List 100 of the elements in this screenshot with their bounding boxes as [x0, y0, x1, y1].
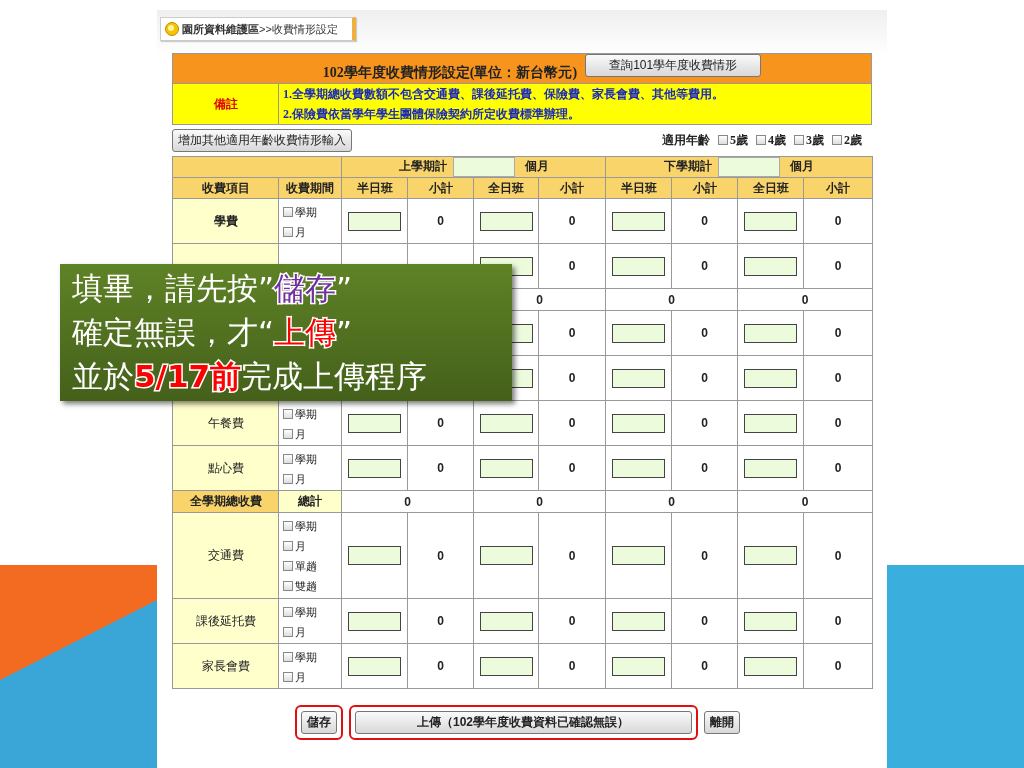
checkbox-label: 月	[295, 624, 306, 640]
amount-input[interactable]	[612, 413, 665, 433]
checkbox[interactable]	[283, 474, 293, 484]
row-label: 學費	[172, 198, 279, 244]
amount-input[interactable]	[744, 256, 797, 276]
amount-input[interactable]	[348, 656, 401, 676]
checkbox[interactable]	[283, 541, 293, 551]
table-cell: 0	[803, 198, 873, 244]
checkbox[interactable]	[283, 429, 293, 439]
query-button[interactable]: 查詢101學年度收費情形	[585, 54, 762, 77]
amount-input[interactable]	[479, 611, 533, 631]
amount-input[interactable]	[744, 458, 797, 478]
amount-input[interactable]	[348, 611, 401, 631]
checkbox-label: 月	[295, 426, 306, 442]
checkbox-label: 學期	[295, 604, 317, 620]
checkbox-label: 雙趟	[295, 578, 317, 594]
callout-text: 並於5/17前完成上傳程序	[72, 357, 428, 395]
amount-input[interactable]	[348, 546, 401, 565]
checkbox[interactable]	[283, 521, 293, 531]
table-cell: 0	[538, 512, 606, 599]
amount-input[interactable]	[479, 656, 533, 676]
checkbox-label: 2歲	[844, 131, 862, 149]
amount-input[interactable]	[744, 546, 797, 565]
amount-input[interactable]	[479, 211, 533, 231]
checkbox-label: 4歲	[768, 131, 786, 149]
amount-input[interactable]	[744, 323, 797, 343]
amount-input[interactable]	[479, 413, 533, 433]
checkbox[interactable]	[283, 627, 293, 637]
checkbox[interactable]	[283, 227, 293, 237]
checkbox-label: 5歲	[730, 131, 748, 149]
amount-input[interactable]	[479, 458, 533, 478]
checkbox[interactable]	[283, 207, 293, 217]
checkbox[interactable]	[283, 607, 293, 617]
form-title: 102學年度收費情形設定(單位：新台幣元)	[322, 63, 578, 82]
table-cell: 0	[671, 445, 738, 491]
semester-label: 上學期計	[398, 158, 447, 173]
row-label: 全學期總收費	[172, 490, 279, 513]
checkbox[interactable]	[283, 454, 293, 464]
semester-label: 下學期計	[664, 158, 712, 173]
amount-input[interactable]	[612, 368, 665, 388]
checkbox-label: 3歲	[806, 131, 824, 149]
table-cell: 0	[473, 490, 606, 513]
table-cell: 0	[803, 445, 873, 491]
checkbox[interactable]	[283, 581, 293, 591]
amount-input[interactable]	[612, 611, 665, 631]
checkbox-label: 月	[295, 538, 306, 554]
table-cell: 0	[538, 598, 606, 644]
add-age-button[interactable]: 增加其他適用年齡收費情形輸入	[172, 128, 352, 152]
checkbox[interactable]	[283, 561, 293, 571]
save-button[interactable]: 儲存	[300, 711, 337, 734]
checkbox-label: 學期	[295, 406, 317, 422]
amount-input[interactable]	[348, 458, 401, 478]
checkbox-label: 學期	[295, 518, 317, 534]
table-cell: 0	[538, 643, 606, 689]
checkbox-label: 學期	[295, 451, 317, 467]
months-input[interactable]	[718, 157, 780, 177]
checkbox-label: 月	[295, 224, 306, 240]
checkbox[interactable]	[283, 652, 293, 662]
checkbox-label: 學期	[295, 204, 317, 220]
leave-button[interactable]: 離開	[703, 711, 740, 734]
amount-input[interactable]	[744, 656, 797, 676]
checkbox[interactable]	[756, 135, 766, 145]
table-cell: 0	[407, 198, 474, 244]
table-cell: 0	[671, 198, 738, 244]
amount-input[interactable]	[612, 458, 665, 478]
row-label: 家長會費	[172, 643, 279, 689]
amount-input[interactable]	[744, 211, 797, 231]
table-cell: 0	[671, 310, 738, 356]
breadcrumb[interactable]: 園所資料維護區>>收費情形設定	[182, 21, 338, 37]
amount-input[interactable]	[612, 656, 665, 676]
table-cell: 0	[803, 643, 873, 689]
amount-input[interactable]	[612, 211, 665, 231]
amount-input[interactable]	[479, 546, 533, 565]
callout-text: 填畢，請先按”儲存”	[72, 269, 353, 307]
row-label: 課後延托費	[172, 598, 279, 644]
checkbox[interactable]	[832, 135, 842, 145]
column-header: 收費項目	[172, 177, 279, 199]
amount-input[interactable]	[744, 368, 797, 388]
table-cell: 0	[803, 355, 873, 401]
amount-input[interactable]	[612, 256, 665, 276]
table-cell: 0	[803, 598, 873, 644]
amount-input[interactable]	[348, 413, 401, 433]
table-cell: 0	[803, 310, 873, 356]
table-cell: 0	[407, 400, 474, 446]
table-cell: 0	[341, 490, 474, 513]
amount-input[interactable]	[744, 611, 797, 631]
amount-input[interactable]	[348, 211, 401, 231]
unit-label: 個月	[790, 158, 814, 173]
checkbox[interactable]	[283, 409, 293, 419]
table-cell: 0	[671, 598, 738, 644]
amount-input[interactable]	[612, 323, 665, 343]
checkbox[interactable]	[283, 672, 293, 682]
checkbox[interactable]	[794, 135, 804, 145]
table-cell: 0	[671, 243, 738, 289]
checkbox[interactable]	[718, 135, 728, 145]
upload-button[interactable]: 上傳（102學年度收費資料已確認無誤）	[354, 711, 692, 734]
amount-input[interactable]	[744, 413, 797, 433]
amount-input[interactable]	[612, 546, 665, 565]
checkbox-label: 月	[295, 471, 306, 487]
months-input[interactable]	[452, 157, 515, 177]
